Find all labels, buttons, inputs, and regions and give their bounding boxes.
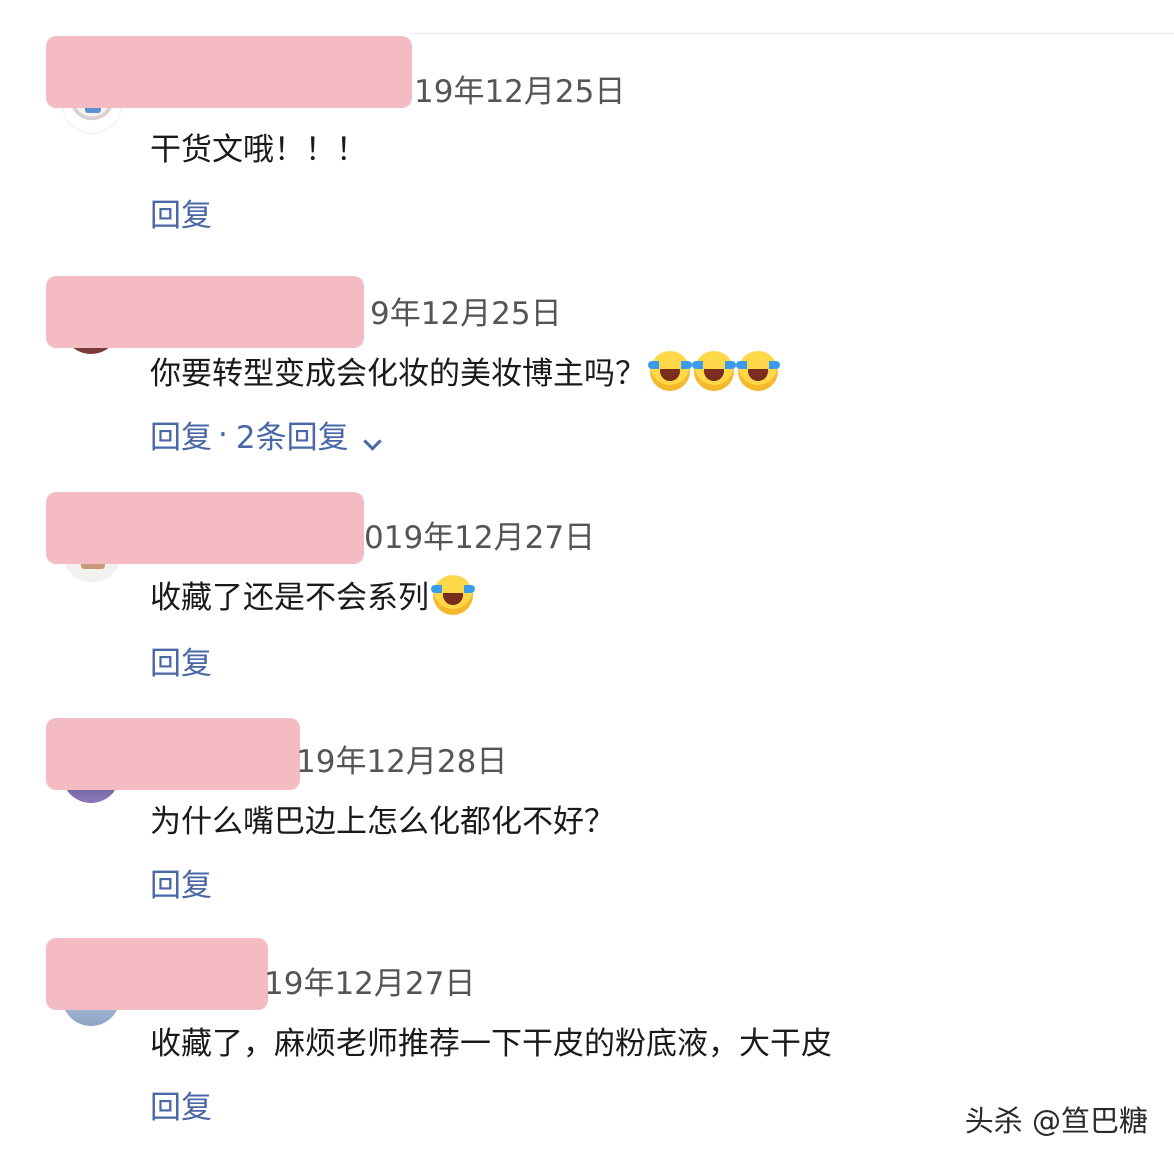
crying-laughing-emoji-icon bbox=[736, 350, 780, 391]
comment-text: 干货文哦！！！ bbox=[150, 124, 367, 169]
comment-date: 19年12月25日 bbox=[414, 74, 626, 110]
comment-actions: 回复 · 2条回复 bbox=[150, 412, 383, 457]
comment-text: 收藏了还是不会系列 bbox=[150, 572, 475, 617]
comment-date: 9年12月25日 bbox=[370, 296, 562, 332]
redacted-username bbox=[46, 938, 268, 1010]
top-divider bbox=[410, 33, 1174, 34]
crying-laughing-emoji-icon bbox=[648, 350, 692, 391]
comment-actions: 回复 bbox=[150, 1082, 212, 1127]
comment-actions: 回复 bbox=[150, 638, 212, 683]
redacted-username bbox=[46, 492, 364, 564]
comment-text: 为什么嘴巴边上怎么化都化不好？ bbox=[150, 796, 615, 841]
comment-date: 19年12月28日 bbox=[296, 744, 508, 780]
comment-actions: 回复 bbox=[150, 190, 212, 235]
comment-text-content: 你要转型变成会化妆的美妆博主吗？ bbox=[150, 356, 646, 392]
comment-text-content: 干货文哦！！！ bbox=[150, 132, 367, 168]
action-separator: · bbox=[218, 416, 228, 453]
crying-laughing-emoji-icon bbox=[692, 350, 736, 391]
watermark: 头杀 @笪巴糖 bbox=[964, 1104, 1148, 1138]
chevron-down-icon bbox=[363, 432, 383, 451]
redacted-username bbox=[46, 276, 364, 348]
reply-button[interactable]: 回复 bbox=[150, 638, 212, 683]
comment-actions: 回复 bbox=[150, 860, 212, 905]
view-replies-button[interactable]: 2条回复 bbox=[235, 412, 383, 457]
reply-button[interactable]: 回复 bbox=[150, 190, 212, 235]
comment-text: 你要转型变成会化妆的美妆博主吗？ bbox=[150, 348, 780, 393]
crying-laughing-emoji-icon bbox=[431, 574, 475, 615]
comment-text-content: 收藏了还是不会系列 bbox=[150, 580, 429, 616]
comment-text-content: 为什么嘴巴边上怎么化都化不好？ bbox=[150, 804, 615, 840]
reply-button[interactable]: 回复 bbox=[150, 860, 212, 905]
comment-date: 19年12月27日 bbox=[264, 966, 476, 1002]
redacted-username bbox=[46, 36, 412, 108]
view-replies-label: 2条回复 bbox=[235, 420, 349, 456]
comment-text: 收藏了，麻烦老师推荐一下干皮的粉底液，大干皮 bbox=[150, 1018, 832, 1063]
redacted-username bbox=[46, 718, 300, 790]
comment-date: 019年12月27日 bbox=[364, 520, 596, 556]
reply-button[interactable]: 回复 bbox=[150, 1082, 212, 1127]
reply-button[interactable]: 回复 bbox=[150, 412, 212, 457]
comment-text-content: 收藏了，麻烦老师推荐一下干皮的粉底液，大干皮 bbox=[150, 1026, 832, 1062]
